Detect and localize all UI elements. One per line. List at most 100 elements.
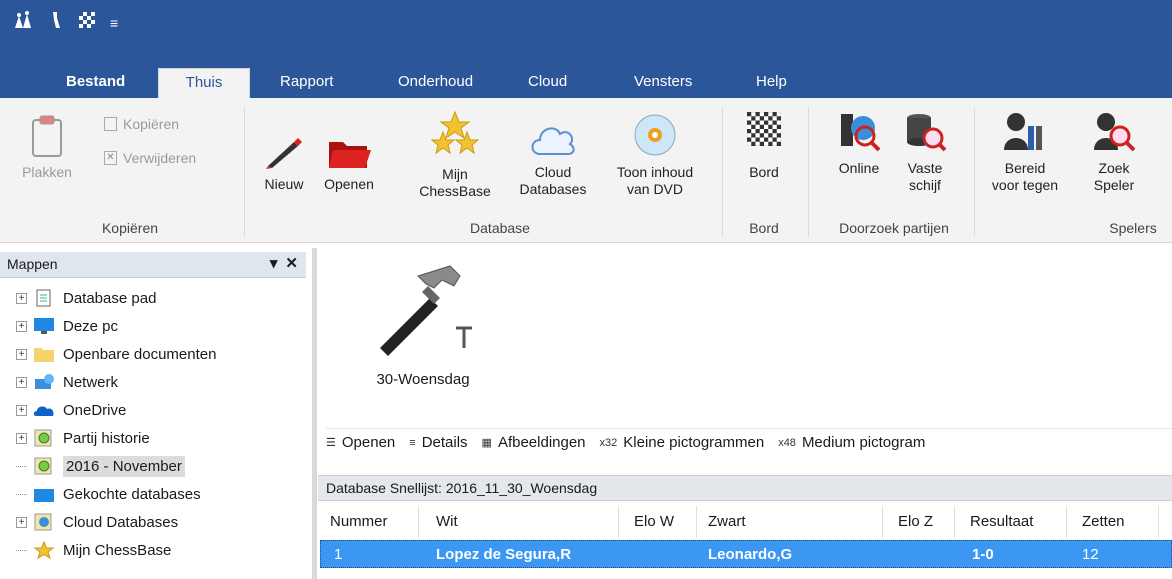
tab-cloud[interactable]: Cloud <box>514 68 581 98</box>
tree-item-onedrive[interactable]: + OneDrive <box>16 396 126 424</box>
column-header-zetten[interactable]: Zetten <box>1082 504 1125 540</box>
view-afbeeldingen-button[interactable]: ▦ Afbeeldingen <box>482 434 586 451</box>
vaste-schijf-button[interactable]: Vaste schijf <box>894 110 956 194</box>
expand-icon[interactable]: + <box>16 516 27 528</box>
tree-item-label: Mijn ChessBase <box>63 541 172 559</box>
toon-label-1: Toon inhoud <box>616 164 694 180</box>
toon-inhoud-dvd-button[interactable]: Toon inhoud van DVD <box>600 112 710 198</box>
cloud-label-2: Databases <box>519 181 587 197</box>
tree-item-netwerk[interactable]: + Netwerk <box>16 368 118 396</box>
open-icon: ☰ <box>326 437 336 449</box>
bereid-label-1: Bereid <box>1004 160 1046 176</box>
pane-dropdown-icon[interactable]: ▾ <box>270 254 278 272</box>
tree-item-label: Cloud Databases <box>63 513 179 531</box>
pane-header: Mappen ▾ ✕ <box>0 252 306 278</box>
history-icon <box>34 457 52 475</box>
cell-nummer: 1 <box>334 546 343 563</box>
tab-onderhoud[interactable]: Onderhoud <box>384 68 487 98</box>
bord-button[interactable]: Bord <box>738 112 790 181</box>
view-toolbar: ☰ Openen ≡ Details ▦ Afbeeldingen x32 Kl… <box>326 428 1172 456</box>
openen-label: Openen <box>324 176 374 192</box>
tab-thuis[interactable]: Thuis <box>158 68 250 98</box>
group-label-database: Database <box>470 220 530 236</box>
tree-item-partij-historie[interactable]: + Partij historie <box>16 424 150 452</box>
zoek-label-2: Speler <box>1093 177 1135 193</box>
board-icon[interactable] <box>78 11 96 35</box>
bereid-voor-tegen-button[interactable]: Bereid voor tegen <box>982 110 1068 194</box>
tree-item-deze-pc[interactable]: + Deze pc <box>16 312 118 340</box>
tree-item-label: OneDrive <box>63 401 127 419</box>
cloud-database-icon <box>34 513 52 531</box>
column-header-resultaat[interactable]: Resultaat <box>970 504 1033 540</box>
mijn-label-2: ChessBase <box>419 183 491 199</box>
view-medium-label: Medium pictogram <box>801 434 926 451</box>
view-kleine-label: Kleine pictogrammen <box>623 434 765 451</box>
database-folder-icon <box>34 489 54 502</box>
expand-icon[interactable]: + <box>16 376 27 388</box>
pane-splitter[interactable] <box>312 248 317 579</box>
tab-vensters[interactable]: Vensters <box>620 68 706 98</box>
online-button[interactable]: Online <box>826 110 892 177</box>
folder-tree: + Database pad + Deze pc + Openbare docu… <box>0 280 306 579</box>
cell-resultaat: 1-0 <box>972 546 994 563</box>
stars-icon <box>431 110 479 155</box>
details-icon: ≡ <box>409 436 416 449</box>
toon-label-2: van DVD <box>626 181 684 197</box>
expand-icon[interactable]: + <box>16 348 27 360</box>
computer-icon <box>34 318 54 334</box>
view-openen-button[interactable]: ☰ Openen <box>326 434 395 451</box>
ribbon-separator <box>974 108 975 236</box>
column-header-wit[interactable]: Wit <box>436 504 458 540</box>
group-label-kopieren: Kopiëren <box>101 220 159 236</box>
kopieren-button[interactable]: Kopiëren <box>104 116 179 132</box>
online-label: Online <box>838 160 880 176</box>
tree-item-openbare-documenten[interactable]: + Openbare documenten <box>16 340 216 368</box>
view-details-button[interactable]: ≡ Details <box>409 434 467 451</box>
folder-icon <box>34 348 54 362</box>
tree-item-label: Partij historie <box>63 429 150 447</box>
expand-icon[interactable]: + <box>16 432 27 444</box>
medium-prefix: x48 <box>778 436 796 449</box>
history-icon <box>34 429 52 447</box>
ribbon-tabs: Bestand Thuis Rapport Onderhoud Cloud Ve… <box>0 46 1172 98</box>
tree-item-label: Deze pc <box>63 317 119 335</box>
copy-icon <box>104 117 117 131</box>
openen-button[interactable]: Openen <box>318 136 380 193</box>
customize-dropdown-icon[interactable]: ≡ <box>110 13 118 33</box>
tab-rapport[interactable]: Rapport <box>266 68 347 98</box>
open-folder-icon <box>329 142 371 168</box>
nieuw-button[interactable]: Nieuw <box>256 136 312 193</box>
column-header-elo-z[interactable]: Elo Z <box>898 504 933 540</box>
clipboard-icon <box>32 115 62 157</box>
tree-item-database-pad[interactable]: + Database pad <box>16 284 156 312</box>
tab-bestand[interactable]: Bestand <box>52 68 139 98</box>
tree-item-cloud-databases[interactable]: + Cloud Databases <box>16 508 178 536</box>
column-header-elo-w[interactable]: Elo W <box>634 504 674 540</box>
column-header-zwart[interactable]: Zwart <box>708 504 746 540</box>
tree-item-mijn-chessbase[interactable]: Mijn ChessBase <box>16 536 171 564</box>
column-header-nummer[interactable]: Nummer <box>330 504 388 540</box>
cloud-databases-button[interactable]: Cloud Databases <box>508 116 598 198</box>
chess-pieces-icon[interactable] <box>12 10 34 36</box>
tools-icon[interactable] <box>48 10 64 36</box>
hard-disk-search-icon <box>907 114 947 152</box>
ribbon-separator <box>244 108 245 236</box>
database-item-label: 30-Woensdag <box>376 371 470 388</box>
expand-icon[interactable]: + <box>16 404 27 416</box>
view-medium-button[interactable]: x48 Medium pictogram <box>778 434 925 451</box>
mijn-chessbase-button[interactable]: Mijn ChessBase <box>414 110 496 200</box>
tree-item-label: Database pad <box>63 289 157 307</box>
tab-help[interactable]: Help <box>742 68 801 98</box>
database-item[interactable]: 30-Woensdag <box>358 262 488 388</box>
pane-close-icon[interactable]: ✕ <box>285 254 298 272</box>
verwijderen-button[interactable]: ✕ Verwijderen <box>104 150 196 166</box>
zoek-speler-button[interactable]: Zoek Speler <box>1086 110 1142 194</box>
plakken-button[interactable]: Plakken <box>18 114 76 181</box>
view-kleine-button[interactable]: x32 Kleine pictogrammen <box>600 434 765 451</box>
expand-icon[interactable]: + <box>16 292 27 304</box>
tree-item-2016-november[interactable]: 2016 - November <box>16 452 185 480</box>
tree-item-gekochte-databases[interactable]: Gekochte databases <box>16 480 201 508</box>
player-prepare-icon <box>1004 113 1042 150</box>
expand-icon[interactable]: + <box>16 320 27 332</box>
view-details-label: Details <box>421 434 468 451</box>
